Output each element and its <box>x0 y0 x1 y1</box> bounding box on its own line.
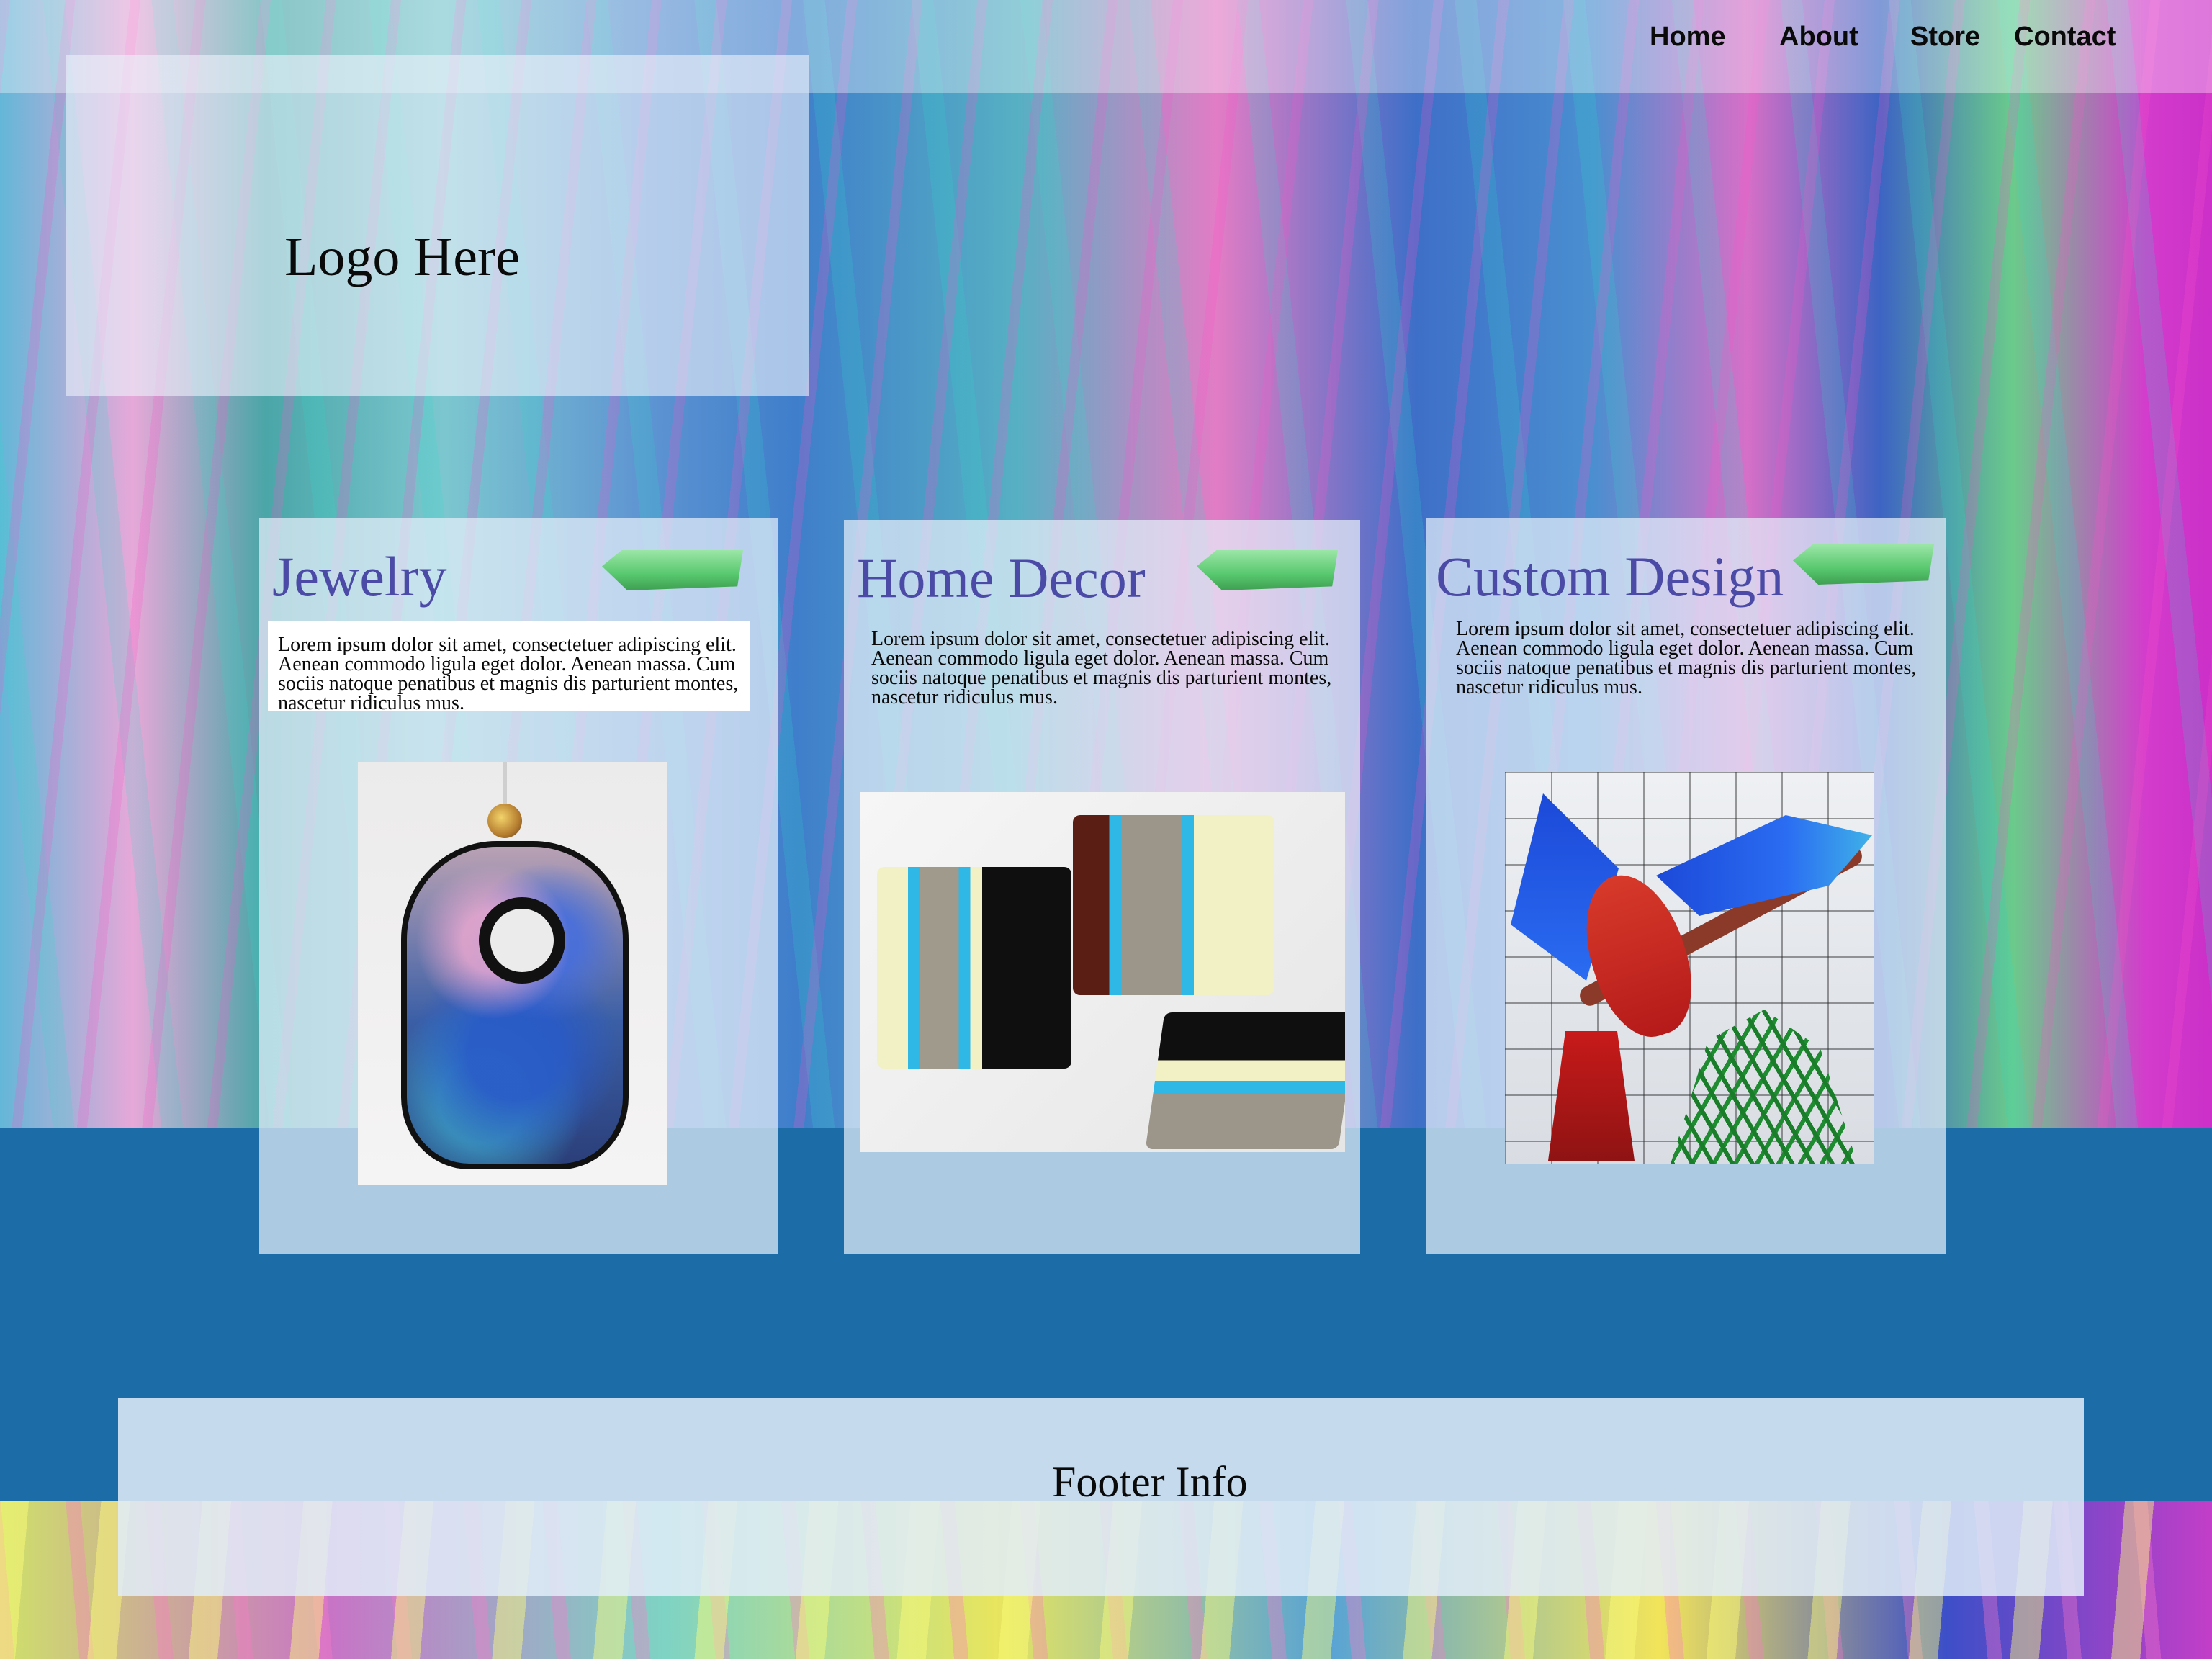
nav-store-link[interactable]: Store <box>1910 19 2014 55</box>
glass-dish-icon <box>1073 815 1274 995</box>
green-glass-tab-icon <box>602 550 743 590</box>
home-decor-photo <box>860 792 1345 1152</box>
parrot-tail-icon <box>1548 1031 1635 1161</box>
nav-about-link[interactable]: About <box>1779 19 1910 55</box>
footer: Footer Info <box>118 1398 2084 1596</box>
logo-box: Logo Here <box>66 55 809 396</box>
top-nav: Home About Store Contact <box>1650 19 2122 55</box>
card-description: Lorem ipsum dolor sit amet, consectetuer… <box>871 628 1332 709</box>
card-jewelry[interactable]: Jewelry Lorem ipsum dolor sit amet, cons… <box>259 518 778 1254</box>
card-title: Jewelry <box>272 545 447 608</box>
card-title: Home Decor <box>857 547 1146 609</box>
palm-leaves-icon <box>1671 1010 1858 1164</box>
green-glass-tab-icon <box>1793 544 1934 585</box>
glass-dish-icon <box>877 867 1071 1069</box>
card-custom-design[interactable]: Custom Design Lorem ipsum dolor sit amet… <box>1426 518 1946 1254</box>
card-description: Lorem ipsum dolor sit amet, consectetuer… <box>268 621 750 714</box>
glass-dish-icon <box>1145 1012 1345 1149</box>
card-description: Lorem ipsum dolor sit amet, consectetuer… <box>1456 618 1917 698</box>
parrot-wing-icon <box>1656 815 1872 916</box>
nav-contact-link[interactable]: Contact <box>2014 19 2122 55</box>
custom-design-photo <box>1505 772 1874 1164</box>
card-title: Custom Design <box>1436 545 1784 608</box>
pendant-hole <box>479 897 565 984</box>
jewelry-photo <box>358 762 667 1185</box>
pendant-icon <box>401 841 629 1169</box>
pendant-bead-icon <box>487 804 522 838</box>
green-glass-tab-icon <box>1197 550 1338 590</box>
nav-home-link[interactable]: Home <box>1650 19 1779 55</box>
logo-text: Logo Here <box>284 227 521 287</box>
card-home-decor[interactable]: Home Decor Lorem ipsum dolor sit amet, c… <box>844 520 1360 1254</box>
footer-text: Footer Info <box>1052 1458 1248 1506</box>
